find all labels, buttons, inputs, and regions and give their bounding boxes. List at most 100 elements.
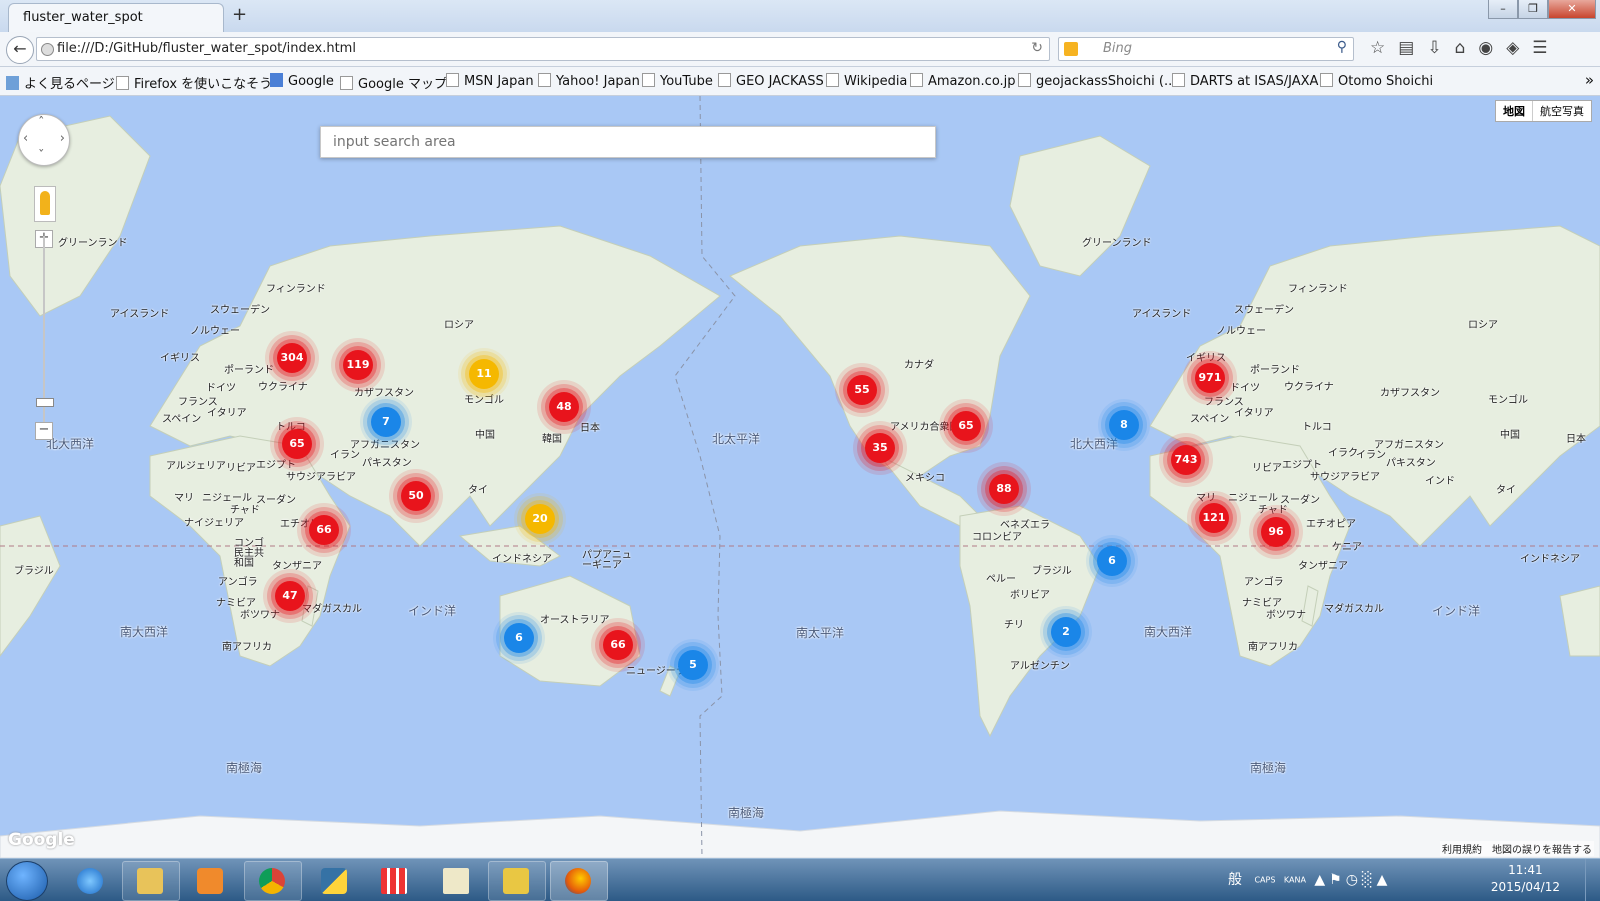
zoom-out-button[interactable]: −: [35, 422, 53, 440]
pan-control[interactable]: ˆ ‹ › ˇ: [18, 114, 70, 166]
bookmark-google-maps[interactable]: Google マップ: [340, 73, 447, 92]
marker-cluster[interactable]: 2: [1051, 617, 1081, 647]
more-bookmarks-icon[interactable]: »: [1585, 71, 1594, 89]
country-label: アメリカ合衆国: [890, 422, 960, 433]
address-bar[interactable]: file:///D:/GitHub/fluster_water_spot/ind…: [36, 37, 1050, 61]
country-label: ナイジェリア: [184, 518, 244, 529]
search-bar[interactable]: Bing ⚲: [1058, 37, 1354, 61]
marker-cluster[interactable]: 8: [1109, 410, 1139, 440]
country-label: スペイン: [162, 414, 202, 425]
country-label: ケニア: [1332, 542, 1362, 553]
page-icon: [718, 73, 731, 87]
map-terms-link[interactable]: 利用規約 地図の誤りを報告する: [1440, 841, 1594, 856]
url-text: file:///D:/GitHub/fluster_water_spot/ind…: [57, 41, 356, 56]
bookmark-geojackass-shoichi[interactable]: geojackassShoichi (...: [1018, 73, 1176, 89]
marker-cluster[interactable]: 35: [865, 433, 895, 463]
start-button-icon[interactable]: [6, 861, 48, 901]
bookmark-msn[interactable]: MSN Japan: [446, 73, 534, 89]
bookmark-amazon[interactable]: Amazon.co.jp: [910, 73, 1016, 89]
bookmark-otomo-shoichi[interactable]: Otomo Shoichi: [1320, 73, 1433, 89]
street-view-pegman-icon[interactable]: [34, 186, 56, 222]
skype-icon[interactable]: ◉: [1478, 38, 1493, 58]
home-icon[interactable]: ⌂: [1455, 38, 1466, 58]
winscp-icon[interactable]: [488, 861, 546, 901]
marker-cluster[interactable]: 7: [371, 407, 401, 437]
country-label: イタリア: [207, 408, 247, 419]
marker-cluster[interactable]: 65: [951, 411, 981, 441]
marker-cluster[interactable]: 50: [401, 481, 431, 511]
close-button[interactable]: ✕: [1548, 0, 1596, 19]
firefox-icon[interactable]: [550, 861, 608, 901]
pan-down-icon[interactable]: ˇ: [38, 149, 45, 164]
addon-icon[interactable]: ◈: [1506, 38, 1519, 58]
marker-cluster[interactable]: 5: [678, 650, 708, 680]
pan-left-icon[interactable]: ‹: [23, 131, 28, 146]
bookmark-geo-jackass[interactable]: GEO JACKASS: [718, 73, 824, 89]
marker-cluster[interactable]: 971: [1195, 363, 1225, 393]
chrome-icon[interactable]: [244, 861, 302, 901]
marker-cluster[interactable]: 6: [504, 623, 534, 653]
show-desktop-button[interactable]: [1585, 859, 1600, 901]
maximize-button[interactable]: ❐: [1518, 0, 1548, 19]
bookmark-darts[interactable]: DARTS at ISAS/JAXA: [1172, 73, 1318, 89]
marker-cluster[interactable]: 121: [1199, 503, 1229, 533]
window-controls: – ❐ ✕: [1488, 0, 1596, 19]
reload-icon[interactable]: ↻: [1031, 40, 1043, 56]
map-search-input[interactable]: [320, 126, 936, 158]
marker-cluster[interactable]: 66: [309, 515, 339, 545]
marker-cluster[interactable]: 304: [277, 343, 307, 373]
reading-list-icon[interactable]: ▤: [1398, 38, 1414, 58]
map-type-satellite-button[interactable]: 航空写真: [1533, 101, 1591, 121]
menu-icon[interactable]: ☰: [1532, 38, 1547, 58]
marker-cluster[interactable]: 743: [1171, 445, 1201, 475]
bookmark-wikipedia[interactable]: Wikipedia: [826, 73, 907, 89]
download-icon[interactable]: ⇩: [1427, 38, 1441, 58]
marker-cluster[interactable]: 11: [469, 359, 499, 389]
marker-cluster[interactable]: 20: [525, 504, 555, 534]
country-label: アルジェリア: [166, 461, 226, 472]
back-button[interactable]: ←: [6, 36, 34, 64]
country-label: エジプト: [256, 460, 296, 471]
marker-cluster[interactable]: 55: [847, 375, 877, 405]
marker-cluster[interactable]: 88: [989, 474, 1019, 504]
marker-cluster[interactable]: 96: [1261, 517, 1291, 547]
notepad-icon[interactable]: [428, 861, 486, 901]
marker-cluster[interactable]: 48: [549, 392, 579, 422]
explorer-icon[interactable]: [122, 861, 180, 901]
ocean-label: 南太平洋: [796, 626, 845, 640]
search-icon[interactable]: ⚲: [1337, 39, 1347, 55]
bookmark-firefox-tips[interactable]: Firefox を使いこなそう: [116, 73, 272, 92]
marker-cluster[interactable]: 119: [343, 350, 373, 380]
apps-grid-icon[interactable]: [366, 861, 424, 901]
marker-cluster[interactable]: 66: [603, 630, 633, 660]
media-player-icon[interactable]: [182, 861, 240, 901]
marker-cluster[interactable]: 6: [1097, 546, 1127, 576]
pan-right-icon[interactable]: ›: [60, 131, 65, 146]
browser-tab[interactable]: fluster_water_spot: [8, 3, 224, 32]
pan-up-icon[interactable]: ˆ: [38, 116, 45, 131]
zoom-slider-handle[interactable]: [36, 398, 54, 407]
country-label: イギリス: [160, 353, 200, 364]
bookmark-google[interactable]: Google: [270, 73, 334, 89]
bookmark-star-icon[interactable]: ☆: [1370, 38, 1385, 58]
ime-indicator[interactable]: 般: [1228, 872, 1246, 888]
bookmark-youtube[interactable]: YouTube: [642, 73, 713, 89]
new-tab-button[interactable]: +: [232, 4, 247, 25]
country-label: アイスランド: [1132, 309, 1192, 320]
map-canvas[interactable]: グリーンランド グリーンランド アイスランド アイスランド フィンランド フィン…: [0, 96, 1600, 858]
ocean-label: インド洋: [1432, 604, 1481, 618]
country-label: メキシコ: [905, 473, 945, 484]
map-type-map-button[interactable]: 地図: [1496, 101, 1533, 121]
tray-icons[interactable]: ▲⚑◷░▲: [1314, 872, 1391, 888]
minimize-button[interactable]: –: [1488, 0, 1518, 19]
clock[interactable]: 11:41 2015/04/12: [1491, 862, 1560, 896]
ie-icon[interactable]: [62, 861, 120, 901]
bookmark-yahoo[interactable]: Yahoo! Japan: [538, 73, 640, 89]
marker-cluster[interactable]: 65: [282, 429, 312, 459]
bookmark-most-visited[interactable]: よく見るページ: [6, 73, 115, 92]
ocean-label: 北太平洋: [712, 432, 761, 446]
marker-cluster[interactable]: 47: [275, 581, 305, 611]
page-icon: [910, 73, 923, 87]
kana-indicator: KANA: [1283, 875, 1306, 885]
python-icon[interactable]: [306, 861, 364, 901]
